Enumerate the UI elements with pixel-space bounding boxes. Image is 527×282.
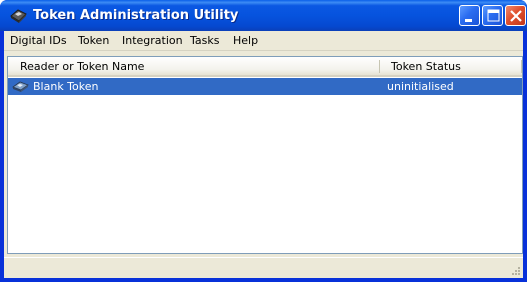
token-status-cell: uninitialised: [387, 80, 454, 93]
window-title: Token Administration Utility: [33, 8, 239, 23]
column-header-status[interactable]: Token Status: [391, 57, 461, 75]
window-frame-bottom: [0, 278, 527, 282]
token-name-cell: Blank Token: [33, 80, 99, 93]
maximize-button[interactable]: [482, 5, 503, 26]
menu-digital-ids[interactable]: Digital IDs: [10, 34, 67, 47]
menu-token[interactable]: Token: [78, 34, 109, 47]
menu-integration[interactable]: Integration: [122, 34, 183, 47]
minimize-icon: [465, 19, 472, 22]
resize-grip-icon[interactable]: [509, 264, 521, 276]
menu-help[interactable]: Help: [233, 34, 258, 47]
client-area: Digital IDs Token Integration Tasks Help…: [4, 31, 523, 278]
title-bar[interactable]: Token Administration Utility: [0, 0, 527, 31]
maximize-icon: [487, 9, 500, 22]
minimize-button[interactable]: [459, 5, 480, 26]
column-divider[interactable]: [379, 60, 380, 73]
column-divider[interactable]: [521, 60, 522, 73]
window-frame-right: [523, 31, 527, 282]
close-button[interactable]: [505, 5, 526, 26]
token-icon: [12, 79, 30, 93]
list-header: Reader or Token Name Token Status: [8, 57, 522, 77]
menu-tasks[interactable]: Tasks: [190, 34, 219, 47]
app-window: Token Administration Utility Digital IDs…: [0, 0, 527, 282]
token-list[interactable]: Reader or Token Name Token Status Blank …: [7, 56, 523, 254]
column-header-name[interactable]: Reader or Token Name: [20, 57, 144, 75]
token-app-icon: [9, 7, 28, 24]
menu-bar: Digital IDs Token Integration Tasks Help: [4, 31, 523, 51]
status-bar: [4, 257, 523, 278]
list-row-selected[interactable]: Blank Token uninitialised: [8, 78, 522, 95]
close-icon: [510, 10, 522, 22]
